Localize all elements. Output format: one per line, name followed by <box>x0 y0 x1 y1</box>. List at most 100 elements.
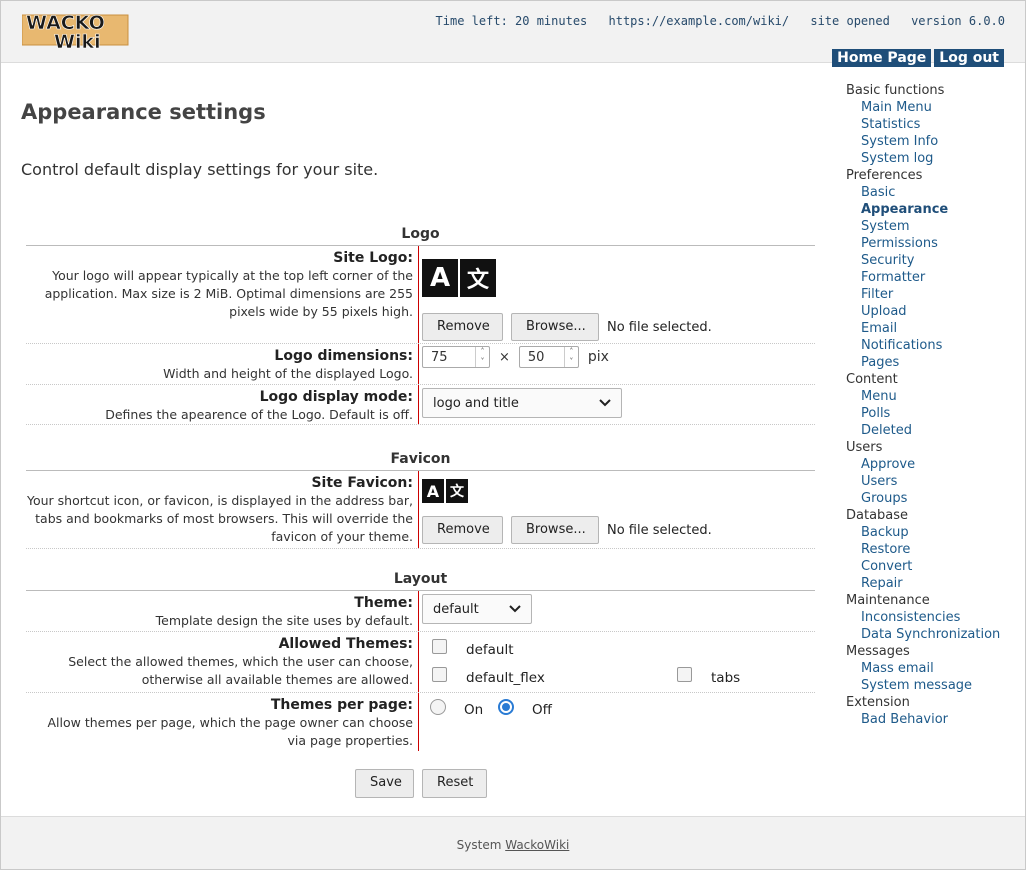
sidebar-item-basic[interactable]: Basic <box>846 184 1016 201</box>
sidebar-item-email[interactable]: Email <box>846 320 1016 337</box>
chevron-down-icon <box>509 605 521 613</box>
home-page-link[interactable]: Home Page <box>832 49 932 67</box>
sidebar-item-convert[interactable]: Convert <box>846 558 1016 575</box>
footer-wackowiki-link[interactable]: WackoWiki <box>505 838 569 852</box>
sidebar-item-statistics[interactable]: Statistics <box>846 116 1016 133</box>
sidebar-item-repair[interactable]: Repair <box>846 575 1016 592</box>
logout-link[interactable]: Log out <box>934 49 1004 67</box>
logo-no-file-text: No file selected. <box>607 319 712 335</box>
themes-per-page-label-cell: Themes per page: Allow themes per page, … <box>26 693 418 751</box>
sidebar-item-system-message[interactable]: System message <box>846 677 1016 694</box>
themes-per-page-off-radio[interactable] <box>498 699 514 715</box>
site-logo-label: Site Logo: <box>333 250 413 266</box>
sidebar-item-users[interactable]: Users <box>846 473 1016 490</box>
sidebar-item-bad-behavior[interactable]: Bad Behavior <box>846 711 1016 728</box>
session-info: Time left: 20 minutes https://example.co… <box>422 14 1005 28</box>
theme-default-flex-checkbox[interactable] <box>432 667 447 682</box>
logo-dimensions-label-cell: Logo dimensions: Width and height of the… <box>26 344 418 384</box>
sidebar-item-deleted[interactable]: Deleted <box>846 422 1016 439</box>
logo-display-label: Logo display mode: <box>259 389 413 405</box>
sidebar-item-system[interactable]: System <box>846 218 1016 235</box>
favicon-no-file-text: No file selected. <box>607 522 712 538</box>
sidebar-item-groups[interactable]: Groups <box>846 490 1016 507</box>
save-button[interactable]: Save <box>355 769 414 798</box>
sidebar-section-title: Maintenance <box>846 593 930 608</box>
page-description: Control default display settings for you… <box>21 160 379 179</box>
sidebar-item-backup[interactable]: Backup <box>846 524 1016 541</box>
theme-help: Template design the site uses by default… <box>155 613 413 628</box>
site-logo-preview: A 文 <box>422 259 496 297</box>
theme-control: default <box>418 591 815 631</box>
logo-dimensions-label: Logo dimensions: <box>274 348 413 364</box>
site-favicon-preview: A 文 <box>422 479 468 503</box>
site-logo-control: A 文 Remove Browse... No file selected. <box>418 246 815 343</box>
logo-dimensions-row: Logo dimensions: Width and height of the… <box>26 344 815 385</box>
favicon-browse-button[interactable]: Browse... <box>511 516 599 544</box>
favicon-section-title: Favicon <box>26 447 815 471</box>
logo-display-row: Logo display mode: Defines the apearence… <box>26 385 815 425</box>
themes-per-page-on-radio[interactable] <box>430 699 446 715</box>
logo-display-control: logo and title <box>418 385 815 424</box>
theme-select[interactable]: default <box>422 594 532 624</box>
sidebar-item-system-info[interactable]: System Info <box>846 133 1016 150</box>
allowed-themes-row: Allowed Themes: Select the allowed theme… <box>26 632 815 693</box>
logo-letter-a-icon: A <box>422 259 458 297</box>
site-favicon-label: Site Favicon: <box>311 475 413 491</box>
logo-display-help: Defines the apearence of the Logo. Defau… <box>105 407 413 422</box>
site-url[interactable]: https://example.com/wiki/ <box>609 14 790 28</box>
reset-button[interactable]: Reset <box>422 769 487 798</box>
wackowiki-logo[interactable]: WACKO Wiki <box>21 5 130 53</box>
layout-section-title: Layout <box>26 567 815 591</box>
footer-prefix: System <box>456 838 502 852</box>
sidebar-item-main-menu[interactable]: Main Menu <box>846 99 1016 116</box>
sidebar-item-formatter[interactable]: Formatter <box>846 269 1016 286</box>
logo-width-input[interactable]: 75 ˄ ˅ <box>422 346 490 368</box>
logo-remove-button[interactable]: Remove <box>422 313 503 341</box>
sidebar-item-pages[interactable]: Pages <box>846 354 1016 371</box>
sidebar-item-appearance[interactable]: Appearance <box>846 201 1016 218</box>
sidebar-item-upload[interactable]: Upload <box>846 303 1016 320</box>
sidebar-section-title: Messages <box>846 644 910 659</box>
header: WACKO Wiki Time left: 20 minutes https:/… <box>1 1 1025 67</box>
sidebar-item-mass-email[interactable]: Mass email <box>846 660 1016 677</box>
sidebar-item-filter[interactable]: Filter <box>846 286 1016 303</box>
sidebar-section-title: Basic functions <box>846 83 945 98</box>
chevron-down-icon <box>599 399 611 407</box>
theme-default-checkbox[interactable] <box>432 639 447 654</box>
logo-display-select[interactable]: logo and title <box>422 388 622 418</box>
sidebar-item-permissions[interactable]: Permissions <box>846 235 1016 252</box>
theme-default-label: default <box>466 642 514 658</box>
logo-height-input[interactable]: 50 ˄ ˅ <box>518 346 579 368</box>
appearance-form: Logo Site Logo: Your logo will appear ty… <box>26 222 815 751</box>
sidebar-item-polls[interactable]: Polls <box>846 405 1016 422</box>
pix-unit: pix <box>587 349 609 365</box>
site-logo-help: Your logo will appear typically at the t… <box>44 268 413 319</box>
sidebar-item-approve[interactable]: Approve <box>846 456 1016 473</box>
sidebar-item-system-log[interactable]: System log <box>846 150 1016 167</box>
site-favicon-control: A 文 Remove Browse... No file selected. <box>418 471 815 548</box>
themes-per-page-help: Allow themes per page, which the page ow… <box>47 715 414 748</box>
logo-width-spinner[interactable]: ˄ ˅ <box>475 347 489 367</box>
site-logo-row: Site Logo: Your logo will appear typical… <box>26 246 815 344</box>
svg-text:Wiki: Wiki <box>54 31 101 49</box>
site-favicon-label-cell: Site Favicon: Your shortcut icon, or fav… <box>26 471 418 548</box>
sidebar-item-restore[interactable]: Restore <box>846 541 1016 558</box>
sidebar-item-inconsistencies[interactable]: Inconsistencies <box>846 609 1016 626</box>
sidebar-section-title: Preferences <box>846 168 923 183</box>
sidebar-section-title: Database <box>846 508 909 523</box>
sidebar-item-notifications[interactable]: Notifications <box>846 337 1016 354</box>
themes-per-page-off-label: Off <box>532 702 552 718</box>
sidebar-item-data-synchronization[interactable]: Data Synchronization <box>846 626 1016 643</box>
sidebar-item-menu[interactable]: Menu <box>846 388 1016 405</box>
favicon-remove-button[interactable]: Remove <box>422 516 503 544</box>
allowed-themes-help: Select the allowed themes, which the use… <box>68 654 413 687</box>
themes-per-page-label: Themes per page: <box>270 697 413 713</box>
allowed-themes-label: Allowed Themes: <box>278 636 413 652</box>
logo-height-spinner[interactable]: ˄ ˅ <box>563 347 578 367</box>
sidebar-item-security[interactable]: Security <box>846 252 1016 269</box>
logo-display-label-cell: Logo display mode: Defines the apearence… <box>26 385 418 424</box>
theme-label-cell: Theme: Template design the site uses by … <box>26 591 418 631</box>
theme-tabs-checkbox[interactable] <box>677 667 692 682</box>
footer: System WackoWiki <box>1 816 1025 869</box>
logo-browse-button[interactable]: Browse... <box>511 313 599 341</box>
